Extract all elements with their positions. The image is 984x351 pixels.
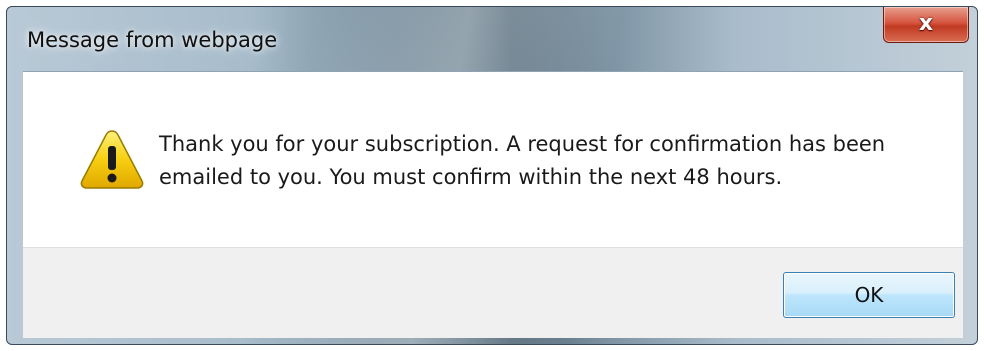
close-button[interactable]: x — [883, 7, 969, 43]
ok-button[interactable]: OK — [783, 272, 955, 318]
dialog-window: Message from webpage x Thank you for you… — [6, 6, 978, 345]
message-line: Thank you for your subscription. A reque… — [159, 132, 886, 156]
button-bar: OK — [23, 247, 963, 338]
warning-icon — [80, 130, 144, 189]
dialog-title: Message from webpage — [27, 28, 278, 52]
message-area: Thank you for your subscription. A reque… — [23, 71, 963, 248]
title-bar[interactable]: Message from webpage x — [7, 7, 977, 71]
dialog-message: Thank you for your subscription. A reque… — [159, 128, 939, 194]
message-line: emailed to you. You must confirm within … — [159, 165, 783, 189]
close-icon: x — [918, 11, 934, 36]
